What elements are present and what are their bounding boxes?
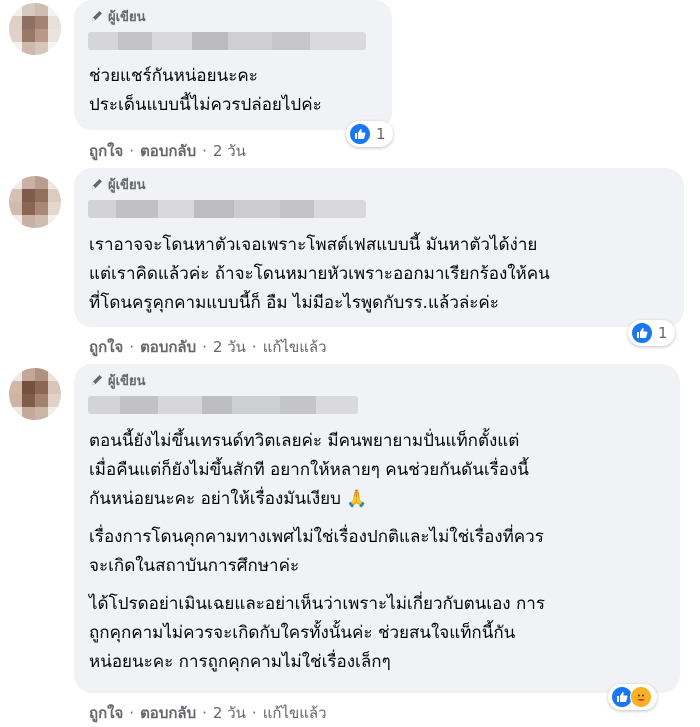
pencil-icon bbox=[90, 373, 104, 387]
separator-dot: · bbox=[202, 142, 207, 160]
comment-bubble: ผู้เขียน ช่วยแชร์กันหน่อยนะคะ ประเด็นแบบ… bbox=[74, 0, 392, 130]
edited-label[interactable]: แก้ไขแล้ว bbox=[263, 701, 327, 725]
reply-link[interactable]: ตอบกลับ bbox=[140, 139, 196, 163]
comment-paragraph: ตอนนี้ยังไม่ขึ้นเทรนด์ทวิตเลยค่ะ มีคนพยา… bbox=[89, 431, 529, 509]
comment-thread: ผู้เขียน ช่วยแชร์กันหน่อยนะคะ ประเด็นแบบ… bbox=[0, 0, 700, 727]
like-link[interactable]: ถูกใจ bbox=[89, 701, 123, 725]
comment-actions: ถูกใจ · ตอบกลับ · 2 วัน · แก้ไขแล้ว bbox=[89, 703, 327, 723]
avatar[interactable] bbox=[9, 3, 61, 55]
author-badge-label: ผู้เขียน bbox=[108, 373, 146, 389]
separator-dot: · bbox=[251, 338, 257, 356]
separator-dot: · bbox=[202, 704, 207, 722]
comment-paragraph: เรื่องการโดนคุกคามทางเพศไม่ใช่เรื่องปกติ… bbox=[89, 527, 544, 576]
comment-text: ช่วยแชร์กันหน่อยนะคะ ประเด็นแบบนี้ไม่ควร… bbox=[89, 62, 322, 120]
comment-bubble: ผู้เขียน เราอาจจะโดนหาตัวเจอเพราะโพสต์เฟ… bbox=[74, 168, 684, 327]
separator-dot: · bbox=[129, 142, 135, 160]
author-badge: ผู้เขียน bbox=[90, 8, 146, 25]
author-name[interactable] bbox=[88, 396, 358, 414]
author-badge-label: ผู้เขียน bbox=[108, 177, 146, 193]
reply-link[interactable]: ตอบกลับ bbox=[140, 701, 196, 725]
author-badge: ผู้เขียน bbox=[90, 176, 146, 193]
comment-text: ตอนนี้ยังไม่ขึ้นเทรนด์ทวิตเลยค่ะ มีคนพยา… bbox=[89, 427, 545, 677]
like-link[interactable]: ถูกใจ bbox=[89, 335, 123, 359]
separator-dot: · bbox=[129, 338, 135, 356]
author-name[interactable] bbox=[88, 200, 366, 218]
reaction-summary[interactable] bbox=[608, 684, 657, 710]
comment-paragraph: เราอาจจะโดนหาตัวเจอเพราะโพสต์เฟสแบบนี้ ม… bbox=[89, 235, 550, 313]
care-icon bbox=[630, 686, 652, 708]
reaction-count: 1 bbox=[376, 125, 386, 143]
comment-bubble: ผู้เขียน ตอนนี้ยังไม่ขึ้นเทรนด์ทวิตเลยค่… bbox=[74, 364, 680, 693]
author-badge: ผู้เขียน bbox=[90, 372, 146, 389]
separator-dot: · bbox=[251, 704, 257, 722]
timestamp-link[interactable]: 2 วัน bbox=[213, 701, 246, 725]
reaction-summary[interactable]: 1 bbox=[628, 320, 675, 346]
reaction-count: 1 bbox=[658, 324, 668, 342]
separator-dot: · bbox=[129, 704, 135, 722]
reaction-summary[interactable]: 1 bbox=[346, 121, 393, 147]
avatar[interactable] bbox=[9, 176, 61, 228]
comment-actions: ถูกใจ · ตอบกลับ · 2 วัน bbox=[89, 141, 246, 161]
like-icon bbox=[349, 123, 371, 145]
separator-dot: · bbox=[202, 338, 207, 356]
comment-actions: ถูกใจ · ตอบกลับ · 2 วัน · แก้ไขแล้ว bbox=[89, 337, 327, 357]
like-link[interactable]: ถูกใจ bbox=[89, 139, 123, 163]
edited-label[interactable]: แก้ไขแล้ว bbox=[263, 335, 327, 359]
timestamp-link[interactable]: 2 วัน bbox=[213, 335, 246, 359]
avatar[interactable] bbox=[9, 368, 61, 420]
pencil-icon bbox=[90, 177, 104, 191]
reply-link[interactable]: ตอบกลับ bbox=[140, 335, 196, 359]
comment-text: เราอาจจะโดนหาตัวเจอเพราะโพสต์เฟสแบบนี้ ม… bbox=[89, 231, 550, 318]
like-icon bbox=[631, 322, 653, 344]
timestamp-link[interactable]: 2 วัน bbox=[213, 139, 246, 163]
author-name[interactable] bbox=[88, 32, 366, 50]
comment-paragraph: ได้โปรดอย่าเมินเฉยและอย่าเห็นว่าเพราะไม่… bbox=[89, 594, 545, 672]
author-badge-label: ผู้เขียน bbox=[108, 9, 146, 25]
comment-paragraph: ช่วยแชร์กันหน่อยนะคะ ประเด็นแบบนี้ไม่ควร… bbox=[89, 66, 322, 115]
pencil-icon bbox=[90, 9, 104, 23]
